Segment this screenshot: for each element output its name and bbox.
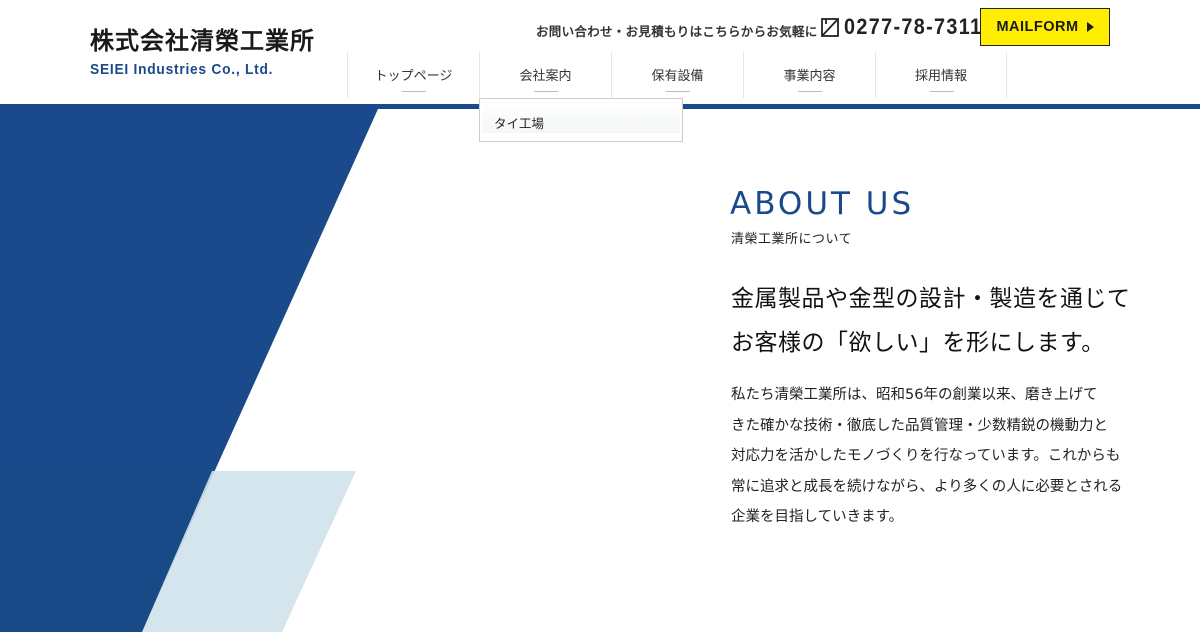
nav-underline (666, 91, 690, 92)
nav-item-recruit[interactable]: 採用情報 (875, 52, 1007, 98)
nav-underline (930, 91, 954, 92)
about-body: 私たち清榮工業所は、昭和56年の創業以来、磨き上げて きた確かな技術・徹底した品… (731, 380, 1151, 533)
logo-english: SEIEI Industries Co., Ltd. (90, 61, 274, 78)
phone-block[interactable]: 0277-78-7311 (820, 14, 998, 40)
main-nav: トップページ 会社案内 保有設備 事業内容 採用情報 (347, 52, 1007, 98)
hero-graphic (0, 109, 378, 632)
nav-item-top[interactable]: トップページ (347, 52, 479, 98)
nav-label: 採用情報 (914, 68, 967, 84)
nav-label: 会社案内 (519, 68, 572, 84)
body-line: 企業を目指していきます。 (731, 509, 904, 525)
headline-line: お客様の「欲しい」を形にします。 (731, 330, 1105, 356)
nav-underline (798, 91, 822, 92)
nav-label: 事業内容 (783, 68, 836, 84)
headline-line: 金属製品や金型の設計・製造を通じて (731, 286, 1131, 312)
nav-underline (534, 91, 558, 92)
about-subtitle: 清榮工業所について (731, 232, 853, 247)
site-header: 株式会社清榮工業所 SEIEI Industries Co., Ltd. お問い… (0, 0, 1200, 104)
body-line: きた確かな技術・徹底した品質管理・少数精鋭の機動力と (731, 417, 1108, 434)
logo-japanese: 株式会社清榮工業所 (90, 27, 315, 55)
body-line: 私たち清榮工業所は、昭和56年の創業以来、磨き上げて (731, 387, 1098, 403)
body-line: 対応力を活かしたモノづくりを行なっています。これからも (731, 448, 1121, 464)
body-line: 常に追求と成長を続けながら、より多くの人に必要とされる (731, 478, 1123, 495)
phone-icon (821, 18, 839, 37)
about-title: ABOUT US (730, 186, 915, 222)
nav-item-business[interactable]: 事業内容 (743, 52, 875, 98)
contact-text: お問い合わせ・お見積もりはこちらからお気軽に (536, 24, 818, 39)
mailform-label: MAILFORM (996, 19, 1079, 35)
nav-underline (402, 91, 426, 92)
company-dropdown: タイ工場 (479, 98, 683, 142)
triangle-right-icon (1086, 22, 1094, 32)
site-logo[interactable]: 株式会社清榮工業所 SEIEI Industries Co., Ltd. (90, 26, 315, 80)
nav-label: 保有設備 (651, 68, 704, 84)
about-headline: 金属製品や金型の設計・製造を通じて お客様の「欲しい」を形にします。 (731, 277, 1131, 365)
phone-number: 0277-78-7311 (844, 14, 983, 39)
nav-item-company[interactable]: 会社案内 (479, 52, 611, 98)
nav-label: トップページ (374, 68, 453, 84)
mailform-button[interactable]: MAILFORM (980, 8, 1110, 46)
dropdown-item-thai-factory[interactable]: タイ工場 (494, 113, 544, 132)
nav-item-equipment[interactable]: 保有設備 (611, 52, 743, 98)
